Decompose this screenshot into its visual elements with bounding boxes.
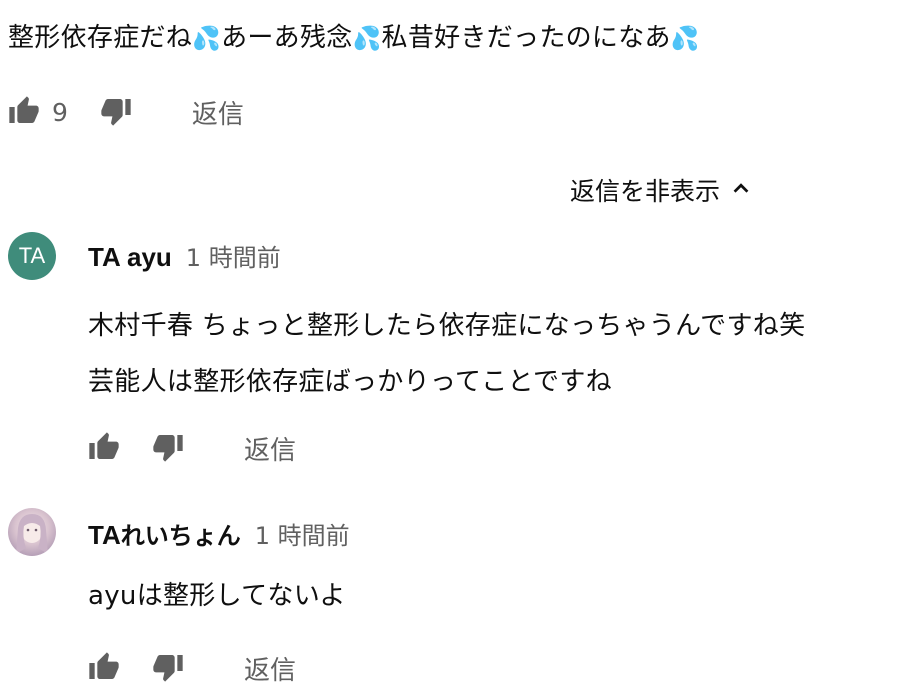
comment-text-part: あーあ残念 (221, 23, 353, 53)
reply-header: TA ayu 1 時間前 (88, 238, 281, 273)
thumbs-up-icon[interactable] (88, 651, 120, 687)
comment-text-part: 私昔好きだったのになあ (381, 23, 671, 53)
avatar-photo (16, 514, 48, 554)
author-name-latin: TA (88, 520, 121, 550)
reply-header: TAれいちょん 1 時間前 (88, 516, 350, 551)
sweat-droplets-emoji: 💦 (192, 26, 222, 52)
timestamp[interactable]: 1 時間前 (255, 516, 350, 551)
thumbs-down-icon[interactable] (100, 95, 132, 131)
chevron-up-icon (730, 176, 752, 205)
reply-text: 木村千春 ちょっと整形したら依存症になっちゃうんですね笑 芸能人は整形依存症ばっ… (88, 298, 805, 410)
avatar[interactable] (8, 508, 56, 556)
author-name[interactable]: TA ayu (88, 242, 172, 273)
reply-button[interactable]: 返信 (192, 94, 244, 131)
reply-text: ayuは整形してないよ (88, 578, 346, 614)
thumbs-down-icon[interactable] (152, 431, 184, 467)
timestamp[interactable]: 1 時間前 (186, 238, 281, 273)
reply-line: ayuは整形してないよ (88, 581, 346, 611)
author-name-jp: れいちょん (120, 522, 241, 550)
reply-button[interactable]: 返信 (244, 430, 296, 467)
parent-comment-actions: 9 返信 (8, 94, 244, 131)
reply-line: 木村千春 ちょっと整形したら依存症になっちゃうんですね笑 (88, 311, 806, 341)
avatar-initials: TA (18, 243, 46, 268)
reply-button[interactable]: 返信 (244, 650, 296, 687)
reply-actions: 返信 (88, 430, 296, 467)
hide-replies-label: 返信を非表示 (570, 177, 721, 206)
parent-comment-text: 整形依存症だね💦あーあ残念💦私昔好きだったのになあ💦 (8, 20, 700, 57)
thumbs-down-icon[interactable] (152, 651, 184, 687)
thumbs-up-icon[interactable] (88, 431, 120, 467)
comment-text-part: 整形依存症だね (8, 23, 193, 53)
avatar[interactable]: TA (8, 232, 56, 280)
reply-actions: 返信 (88, 650, 296, 687)
reply-line: 芸能人は整形依存症ばっかりってことですね (88, 367, 612, 397)
thumbs-up-icon[interactable] (8, 95, 40, 131)
author-name[interactable]: TAれいちょん (88, 516, 241, 551)
like-count: 9 (52, 98, 68, 127)
hide-replies-button[interactable]: 返信を非表示 (570, 172, 752, 208)
sweat-droplets-emoji: 💦 (352, 26, 382, 52)
sweat-droplets-emoji: 💦 (670, 26, 700, 52)
